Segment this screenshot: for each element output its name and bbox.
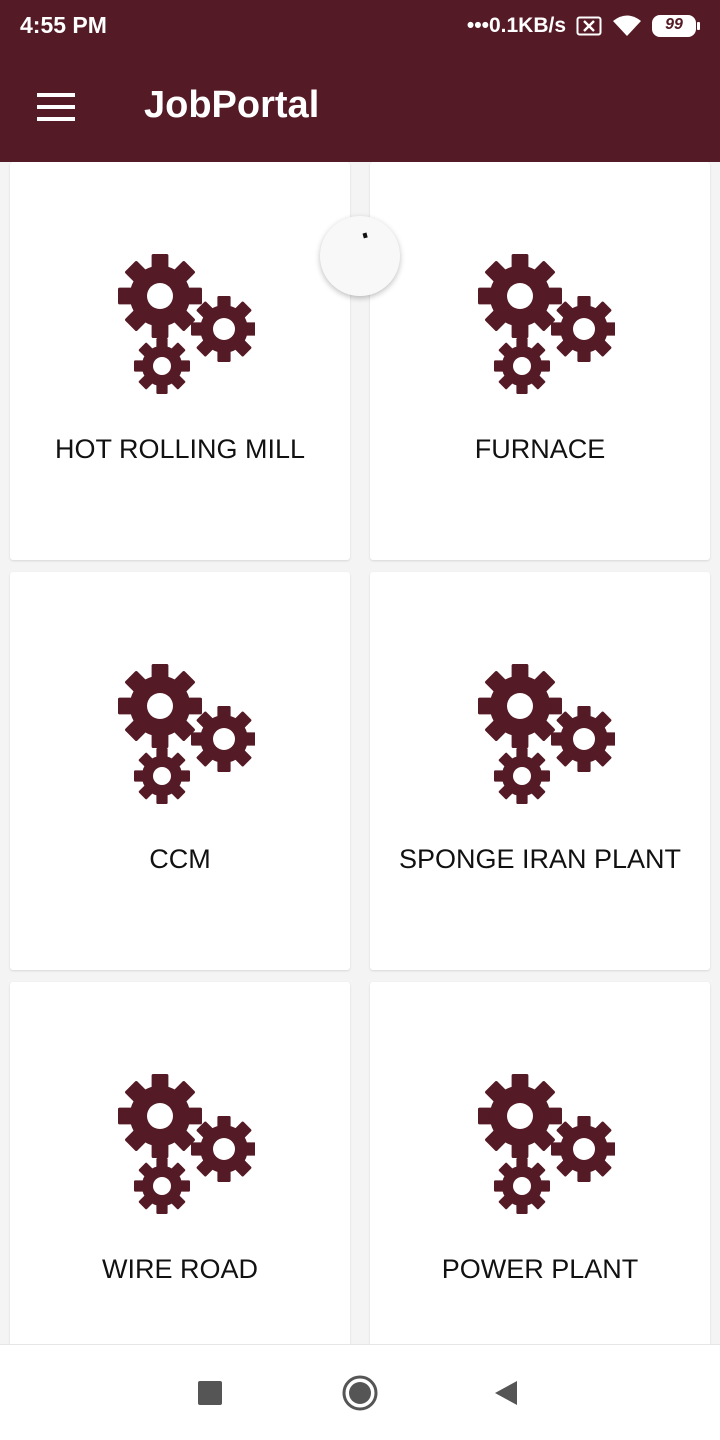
refresh-spinner xyxy=(320,216,400,296)
category-label: FURNACE xyxy=(474,434,606,464)
gears-icon xyxy=(118,1074,255,1214)
gears-icon xyxy=(478,1074,615,1214)
category-label: WIRE ROAD xyxy=(101,1254,258,1284)
category-label: CCM xyxy=(149,844,211,874)
category-card-power-plant[interactable]: POWER PLANT xyxy=(370,982,710,1344)
status-bar: 4:55 PM •••0.1KB/s 99 xyxy=(0,0,720,52)
status-time: 4:55 PM xyxy=(20,12,107,38)
status-indicators: •••0.1KB/s 99 xyxy=(467,12,700,40)
back-triangle-icon xyxy=(495,1381,517,1405)
loading-icon xyxy=(362,232,368,239)
hamburger-menu-icon xyxy=(37,93,75,121)
menu-button[interactable] xyxy=(26,80,86,134)
app-title: JobPortal xyxy=(144,84,320,126)
recents-button[interactable] xyxy=(186,1369,234,1417)
recents-square-icon xyxy=(198,1381,222,1405)
battery-icon: 99 xyxy=(652,15,700,37)
screen: 4:55 PM •••0.1KB/s 99 JobPortal HOT ROLL… xyxy=(0,0,720,1440)
back-button[interactable] xyxy=(482,1369,530,1417)
battery-level: 99 xyxy=(665,16,683,33)
wifi-icon xyxy=(613,15,641,36)
home-button[interactable] xyxy=(336,1369,384,1417)
gears-icon xyxy=(118,664,255,804)
gears-icon xyxy=(118,254,255,394)
category-label: SPONGE IRAN PLANT xyxy=(398,844,682,874)
app-bar: JobPortal xyxy=(0,52,720,162)
category-label: POWER PLANT xyxy=(441,1254,639,1284)
category-card-wire-road[interactable]: WIRE ROAD xyxy=(10,982,350,1344)
category-card-sponge-iran-plant[interactable]: SPONGE IRAN PLANT xyxy=(370,572,710,970)
gears-icon xyxy=(478,664,615,804)
navigation-bar xyxy=(0,1344,720,1440)
category-card-furnace[interactable]: FURNACE xyxy=(370,162,710,560)
network-speed: •••0.1KB/s xyxy=(466,14,566,37)
sim-x-icon xyxy=(576,16,602,36)
gears-icon xyxy=(478,254,615,394)
category-card-hot-rolling-mill[interactable]: HOT ROLLING MILL xyxy=(10,162,350,560)
category-grid: HOT ROLLING MILL FURNACE CCM SPONGE IRAN… xyxy=(0,162,720,1344)
category-label: HOT ROLLING MILL xyxy=(54,434,306,464)
category-card-ccm[interactable]: CCM xyxy=(10,572,350,970)
home-circle-icon xyxy=(342,1375,378,1411)
